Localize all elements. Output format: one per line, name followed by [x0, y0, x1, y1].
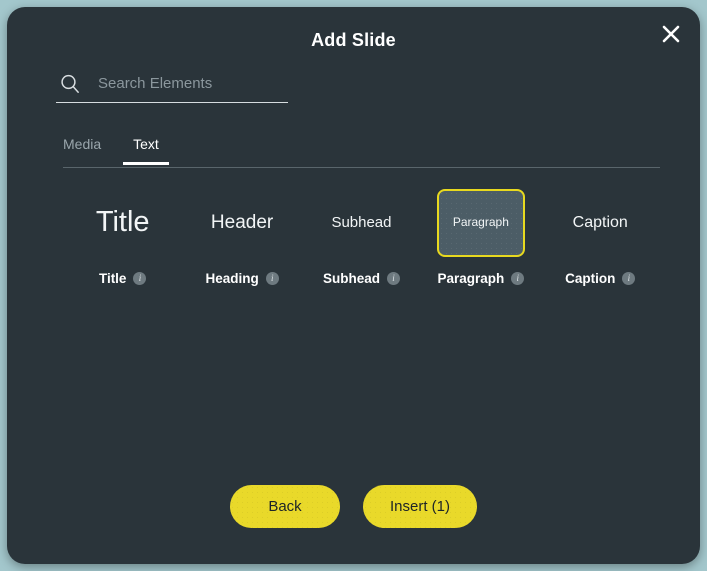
info-icon[interactable]: i — [386, 272, 400, 285]
tab-bar: Media Text — [63, 135, 660, 168]
element-label-row-heading: Heading i — [205, 271, 279, 286]
search-icon — [61, 74, 79, 93]
element-preview-text: Paragraph — [452, 215, 509, 230]
element-label-row-subhead: Subhead i — [323, 271, 400, 286]
element-preview-subhead[interactable]: Subhead — [317, 189, 405, 257]
element-grid: Title Title i Header Heading i Subhead S… — [63, 189, 660, 286]
element-cell-title: Title Title i — [63, 189, 182, 286]
element-label-row-title: Title i — [99, 271, 147, 286]
element-cell-caption: Caption Caption i — [541, 189, 660, 286]
insert-button[interactable]: Insert (1) — [363, 485, 477, 528]
element-label: Subhead — [322, 271, 380, 286]
tab-text[interactable]: Text — [123, 135, 169, 165]
info-icon[interactable]: i — [511, 272, 525, 285]
close-icon-glyph — [662, 25, 680, 43]
info-icon[interactable]: i — [133, 272, 147, 285]
tab-media[interactable]: Media — [63, 135, 101, 164]
element-label-row-caption: Caption i — [565, 271, 636, 286]
element-preview-heading[interactable]: Header — [198, 189, 286, 257]
element-preview-caption[interactable]: Caption — [556, 189, 644, 257]
search-field[interactable] — [56, 65, 297, 103]
element-label: Caption — [565, 271, 616, 286]
element-preview-text: Header — [210, 211, 274, 233]
close-icon[interactable] — [652, 15, 690, 53]
add-slide-dialog: Add Slide Media Text Title Title i — [7, 7, 700, 564]
element-preview-paragraph[interactable]: Paragraph — [436, 189, 525, 257]
element-cell-subhead: Subhead Subhead i — [302, 189, 421, 286]
element-preview-text: Caption — [572, 214, 628, 232]
element-label: Title — [98, 271, 127, 286]
element-label: Paragraph — [437, 271, 505, 286]
element-preview-title[interactable]: Title — [79, 189, 167, 257]
element-cell-paragraph: Paragraph Paragraph i — [421, 189, 540, 286]
element-cell-heading: Header Heading i — [182, 189, 301, 286]
element-preview-text: Subhead — [331, 213, 392, 231]
info-icon[interactable]: i — [265, 272, 279, 285]
dialog-footer: Back Insert (1) — [7, 485, 700, 528]
element-preview-text: Title — [95, 206, 150, 239]
search-input[interactable] — [98, 70, 297, 97]
element-label-row-paragraph: Paragraph i — [437, 271, 525, 286]
dialog-title: Add Slide — [311, 30, 396, 50]
element-label: Heading — [205, 271, 259, 286]
info-icon[interactable]: i — [622, 272, 636, 285]
back-button[interactable]: Back — [230, 485, 340, 528]
